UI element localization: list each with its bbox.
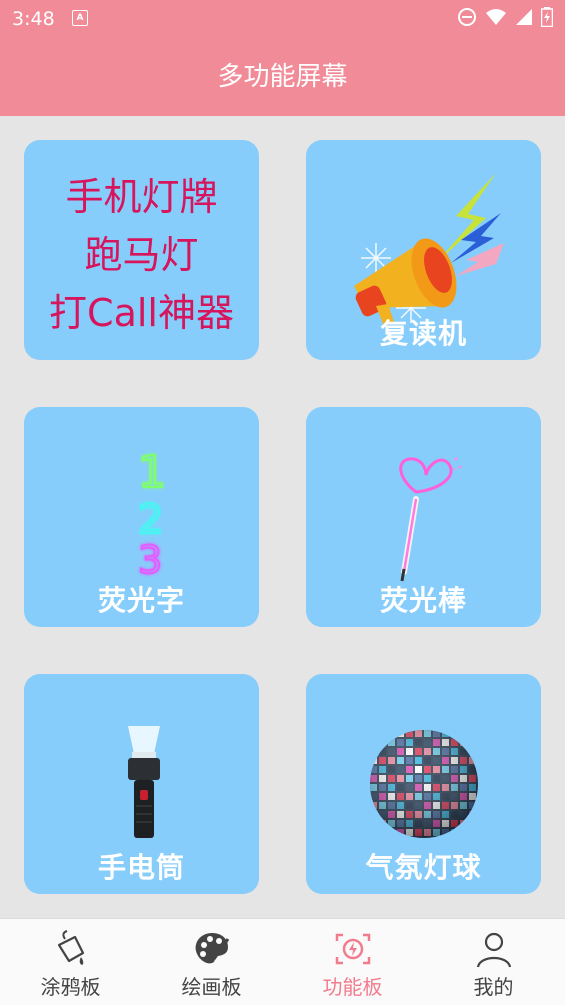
glow-stick-card[interactable]: 荧光棒	[306, 407, 541, 627]
nav-label: 功能板	[322, 975, 383, 999]
promo-line: 跑马灯	[84, 233, 199, 277]
glow-stick-label: 荧光棒	[379, 584, 467, 617]
flashlight-icon	[128, 726, 160, 838]
keyboard-status-icon: A	[72, 10, 88, 26]
promo-text: 手机灯牌 跑马灯 打Call神器	[24, 168, 259, 342]
palette-icon	[195, 933, 229, 964]
flashlight-card[interactable]: 手电筒	[24, 674, 259, 894]
status-bar: 3:48 A	[0, 0, 565, 38]
user-icon	[476, 932, 511, 968]
repeater-card[interactable]: 复读机	[306, 140, 541, 360]
led-sign-card[interactable]: 手机灯牌 跑马灯 打Call神器	[24, 140, 259, 360]
repeater-label: 复读机	[379, 317, 467, 350]
nav-label: 涂鸦板	[40, 975, 101, 999]
page-title: 多功能屏幕	[0, 38, 565, 116]
glow-text-card[interactable]: 1 2 3 荧光字	[24, 407, 259, 627]
battery-icon	[541, 7, 553, 27]
disco-ball-icon	[370, 730, 478, 838]
wifi-icon	[486, 9, 506, 25]
glow-digit: 2	[138, 497, 163, 543]
glow-stick-icon	[399, 457, 462, 582]
nav-label: 绘画板	[181, 975, 242, 999]
status-time: 3:48	[12, 8, 55, 30]
promo-line: 打Call神器	[49, 291, 234, 335]
glow-digits-icon: 1 2 3	[137, 447, 167, 577]
bottom-navigation: 涂鸦板 绘画板 功能板 我的	[0, 918, 565, 1005]
function-panel-icon	[335, 933, 370, 965]
megaphone-icon	[354, 173, 504, 326]
nav-function-board[interactable]: 功能板	[282, 919, 423, 1005]
glow-text-label: 荧光字	[97, 584, 185, 617]
nav-drawing-board[interactable]: 绘画板	[141, 919, 282, 1005]
nav-profile[interactable]: 我的	[423, 919, 564, 1005]
disco-ball-label: 气氛灯球	[365, 851, 482, 884]
nav-label: 我的	[473, 975, 514, 999]
paint-bucket-icon	[57, 930, 84, 965]
disco-ball-card[interactable]: 气氛灯球	[306, 674, 541, 894]
promo-line: 手机灯牌	[65, 175, 218, 219]
status-icons	[457, 7, 553, 27]
do-not-disturb-icon	[458, 8, 476, 26]
nav-doodle-board[interactable]: 涂鸦板	[0, 919, 141, 1005]
flashlight-label: 手电筒	[97, 851, 185, 884]
signal-icon	[516, 9, 532, 25]
glow-digit: 3	[138, 538, 162, 577]
glow-digit: 1	[138, 447, 166, 498]
